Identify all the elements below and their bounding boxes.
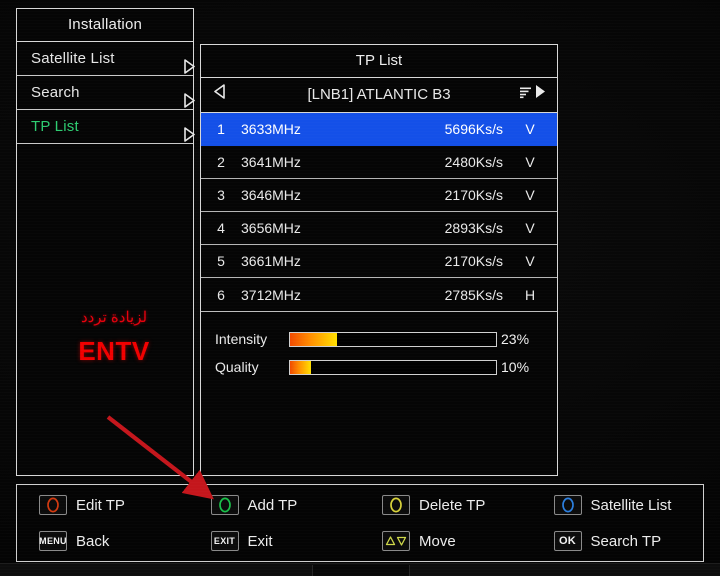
quality-meter: Quality 10% [215, 356, 543, 378]
tv-stand [0, 563, 720, 576]
intensity-bar-track [289, 331, 497, 347]
tp-index: 1 [217, 121, 225, 137]
tp-polarization: H [524, 286, 536, 303]
key-legend-bar: Edit TP Add TP Delete TP Satellite List … [16, 484, 704, 562]
tp-index: 4 [217, 220, 225, 236]
signal-meters: Intensity 23% Quality 10% [201, 312, 557, 378]
yellow-circle-button-icon [382, 495, 410, 515]
tp-symbol-rate: 5696Ks/s [444, 121, 503, 137]
legend-label: Back [76, 532, 110, 550]
intensity-percent: 23% [501, 331, 530, 347]
sort-list-icon[interactable] [519, 78, 532, 112]
blue-circle-button-icon [553, 495, 582, 515]
transponder-list: 1 3633MHz 5696Ks/s V 2 3641MHz 2480Ks/s … [201, 113, 557, 312]
sidebar-item-satellite-list[interactable]: Satellite List [17, 42, 195, 76]
tp-list-title: TP List [201, 45, 557, 78]
tp-symbol-rate: 2480Ks/s [444, 154, 503, 170]
legend-label: Exit [247, 532, 273, 550]
legend-label: Satellite List [590, 496, 672, 514]
quality-bar-track [289, 359, 497, 375]
triangle-right-icon[interactable] [534, 78, 547, 112]
legend-exit[interactable]: EXIT Exit [189, 531, 361, 551]
tp-polarization: V [525, 220, 535, 236]
table-row[interactable]: 2 3641MHz 2480Ks/s V [201, 146, 557, 179]
satellite-name-label: [LNB1] ATLANTIC B3 [307, 86, 451, 103]
table-row[interactable]: 3 3646MHz 2170Ks/s V [201, 179, 557, 212]
tp-index: 6 [217, 286, 225, 303]
tp-polarization: V [525, 154, 535, 170]
red-circle-button-icon [39, 495, 67, 515]
tp-index: 2 [217, 154, 225, 170]
tp-frequency: 3641MHz [241, 154, 301, 170]
menu-key-icon: MENU [39, 531, 67, 551]
sidebar-item-label: Satellite List [31, 50, 115, 67]
legend-satellite-list[interactable]: Satellite List [532, 495, 704, 515]
satellite-selector-bar[interactable]: [LNB1] ATLANTIC B3 [201, 78, 557, 113]
intensity-meter: Intensity 23% [215, 328, 543, 350]
sidebar-item-label: TP List [31, 118, 79, 135]
triangle-left-icon[interactable] [213, 78, 226, 112]
tp-frequency: 3656MHz [241, 220, 301, 236]
tp-index: 5 [217, 253, 225, 269]
sidebar-item-label: Search [31, 84, 80, 101]
installation-menu-panel: Installation Satellite List Search TP Li… [16, 8, 195, 476]
tv-stand-neck [312, 565, 410, 576]
legend-add-tp[interactable]: Add TP [189, 495, 361, 515]
quality-percent: 10% [501, 359, 530, 375]
intensity-label: Intensity [215, 331, 268, 347]
green-circle-button-icon [210, 495, 239, 515]
legend-label: Move [419, 532, 456, 550]
tp-symbol-rate: 2170Ks/s [444, 187, 503, 203]
legend-edit-tp[interactable]: Edit TP [17, 495, 189, 515]
channel-annotation-text: ENTV [78, 336, 150, 366]
tp-symbol-rate: 2893Ks/s [444, 220, 503, 236]
table-row[interactable]: 4 3656MHz 2893Ks/s V [201, 212, 557, 245]
arabic-annotation-text: لزيادة تردد [80, 309, 148, 326]
legend-search-tp[interactable]: OK Search TP [532, 531, 704, 551]
legend-label: Delete TP [419, 496, 486, 514]
ok-key-icon: OK [553, 531, 582, 551]
tp-symbol-rate: 2170Ks/s [444, 253, 503, 269]
table-row[interactable]: 1 3633MHz 5696Ks/s V [201, 113, 557, 146]
intensity-bar-fill [290, 332, 338, 346]
legend-label: Search TP [590, 532, 662, 550]
tp-polarization: V [525, 187, 535, 203]
tv-screen: Installation Satellite List Search TP Li… [0, 0, 720, 576]
up-down-arrows-icon [382, 531, 410, 551]
legend-delete-tp[interactable]: Delete TP [360, 495, 532, 515]
legend-label: Add TP [247, 496, 298, 514]
tp-polarization: V [525, 253, 535, 269]
installation-menu-title: Installation [17, 9, 193, 42]
legend-move[interactable]: Move [360, 531, 532, 551]
tp-frequency: 3646MHz [241, 187, 301, 203]
tp-frequency: 3633MHz [241, 121, 301, 137]
tp-polarization: V [525, 121, 535, 137]
table-row[interactable]: 6 3712MHz 2785Ks/s H [201, 278, 557, 311]
tp-frequency: 3712MHz [241, 286, 301, 303]
tp-list-panel: TP List [LNB1] ATLANTIC B3 1 3633MHz 569… [200, 44, 558, 476]
sidebar-item-tp-list[interactable]: TP List [17, 110, 195, 144]
quality-bar-fill [290, 360, 311, 374]
table-row[interactable]: 5 3661MHz 2170Ks/s V [201, 245, 557, 278]
exit-key-icon: EXIT [210, 531, 239, 551]
sidebar-item-search[interactable]: Search [17, 76, 195, 110]
tp-index: 3 [217, 187, 225, 203]
quality-label: Quality [215, 359, 259, 375]
tp-frequency: 3661MHz [241, 253, 301, 269]
legend-label: Edit TP [76, 496, 125, 514]
tp-symbol-rate: 2785Ks/s [444, 286, 503, 303]
legend-back[interactable]: MENU Back [17, 531, 189, 551]
